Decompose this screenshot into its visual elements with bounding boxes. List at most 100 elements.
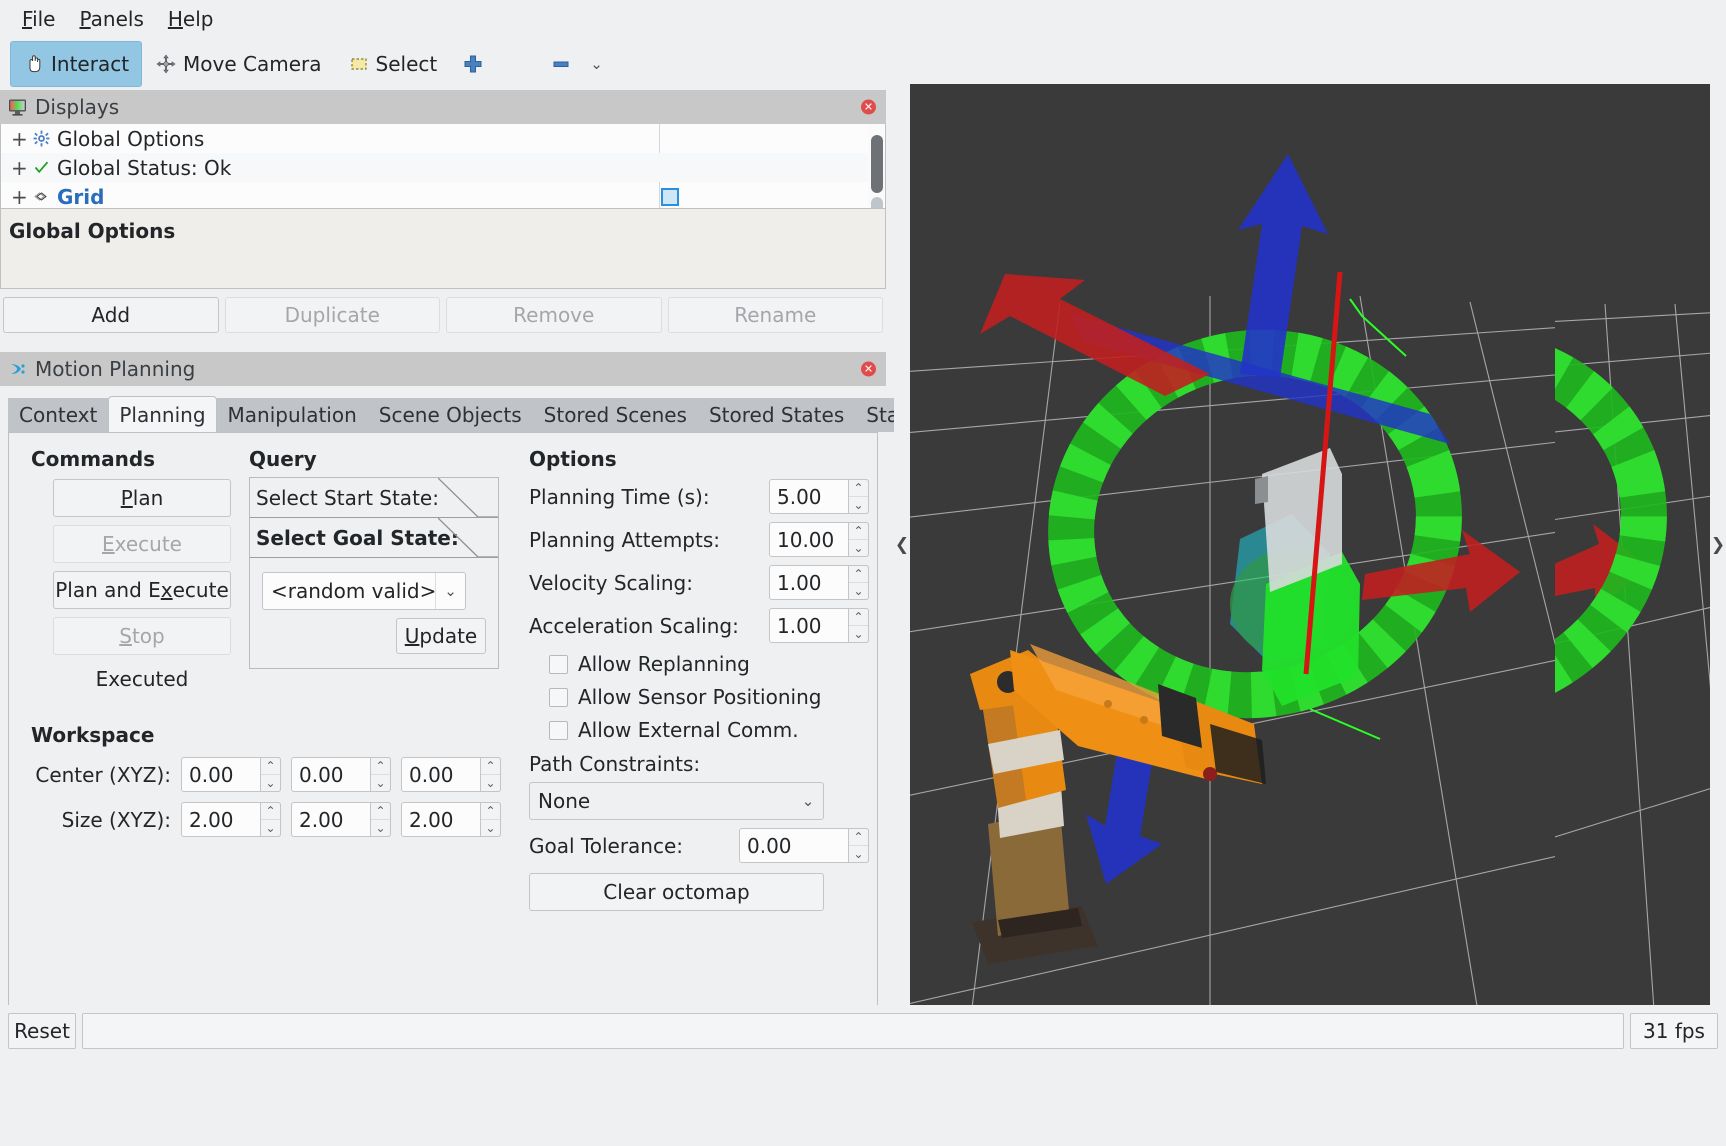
plan-and-execute-button[interactable]: Plan and Ex ecute <box>53 571 231 609</box>
tab-scene-objects[interactable]: Scene Objects <box>367 398 533 432</box>
reset-button[interactable]: Reset <box>8 1013 76 1049</box>
tool-remove-button[interactable] <box>538 41 584 87</box>
spinner-buttons[interactable]: ⌃ ⌄ <box>848 608 869 643</box>
spinner-buttons[interactable]: ⌃ ⌄ <box>848 479 869 514</box>
workspace-center-z-input[interactable]: 0.00 ⌃ ⌄ <box>401 757 501 792</box>
allow-replanning-checkbox[interactable] <box>549 654 568 674</box>
allow-external-comm-row[interactable]: Allow External Comm. <box>529 718 869 742</box>
plan-button[interactable]: Plan <box>53 479 231 517</box>
workspace-size-x-input[interactable]: 2.00 ⌃ ⌄ <box>181 802 281 837</box>
select-goal-state-collapsible[interactable]: Select Goal State: <box>250 518 498 558</box>
grid-enabled-checkbox[interactable] <box>661 187 679 206</box>
spin-up-icon[interactable]: ⌃ <box>849 566 868 583</box>
spin-up-icon[interactable]: ⌃ <box>371 803 390 820</box>
spin-down-icon[interactable]: ⌄ <box>849 583 868 599</box>
displays-tree-scrollbar[interactable] <box>868 125 884 208</box>
spinner-buttons[interactable]: ⌃ ⌄ <box>848 828 869 863</box>
rename-display-button[interactable]: Rename <box>667 297 883 333</box>
spin-down-icon[interactable]: ⌄ <box>261 820 280 836</box>
tree-row-grid[interactable]: + Grid <box>1 182 885 209</box>
spin-up-icon[interactable]: ⌃ <box>261 758 280 775</box>
render-viewport[interactable] <box>910 84 1555 1005</box>
spinner-buttons[interactable]: ⌃ ⌄ <box>480 802 501 837</box>
allow-sensor-positioning-checkbox[interactable] <box>549 687 568 707</box>
spin-down-icon[interactable]: ⌄ <box>849 626 868 642</box>
spinner-buttons[interactable]: ⌃ ⌄ <box>848 522 869 557</box>
spin-up-icon[interactable]: ⌃ <box>849 829 868 846</box>
tab-stored-states[interactable]: Stored States <box>697 398 856 432</box>
allow-replanning-row[interactable]: Allow Replanning <box>529 652 869 676</box>
tool-select[interactable]: Select <box>335 41 451 87</box>
duplicate-display-button[interactable]: Duplicate <box>224 297 440 333</box>
displays-close-icon[interactable]: ✕ <box>861 99 876 115</box>
allow-sensor-positioning-row[interactable]: Allow Sensor Positioning <box>529 685 869 709</box>
tree-row-global-status[interactable]: + Global Status: Ok <box>1 153 885 182</box>
spin-down-icon[interactable]: ⌄ <box>481 820 500 836</box>
spin-down-icon[interactable]: ⌄ <box>481 775 500 791</box>
goal-tolerance-input[interactable]: 0.00 ⌃ ⌄ <box>739 828 869 863</box>
spin-up-icon[interactable]: ⌃ <box>849 609 868 626</box>
spin-down-icon[interactable]: ⌄ <box>849 846 868 862</box>
path-constraints-select[interactable]: None ⌄ <box>529 782 824 820</box>
workspace-center-x-input[interactable]: 0.00 ⌃ ⌄ <box>181 757 281 792</box>
spin-up-icon[interactable]: ⌃ <box>481 758 500 775</box>
chevron-down-icon[interactable]: ⌄ <box>435 573 465 609</box>
tool-interact[interactable]: Interact <box>10 41 143 87</box>
spinner-buttons[interactable]: ⌃ ⌄ <box>260 757 281 792</box>
spin-down-icon[interactable]: ⌄ <box>849 497 868 513</box>
spin-down-icon[interactable]: ⌄ <box>261 775 280 791</box>
planning-time-input[interactable]: 5.00 ⌃ ⌄ <box>769 479 869 514</box>
acceleration-scaling-input[interactable]: 1.00 ⌃ ⌄ <box>769 608 869 643</box>
clear-octomap-button[interactable]: Clear octomap <box>529 873 824 911</box>
spin-up-icon[interactable]: ⌃ <box>371 758 390 775</box>
spin-up-icon[interactable]: ⌃ <box>481 803 500 820</box>
menu-help[interactable]: Help <box>156 4 226 34</box>
spin-up-icon[interactable]: ⌃ <box>849 523 868 540</box>
toolbar-overflow-chevron-down-icon[interactable]: ⌄ <box>584 55 609 73</box>
menu-file[interactable]: File <box>10 4 67 34</box>
expand-toggle-icon[interactable]: + <box>11 156 33 180</box>
execute-button[interactable]: Execute <box>53 525 231 563</box>
add-display-button[interactable]: Add <box>3 297 219 333</box>
goal-state-select[interactable]: <random valid> ⌄ <box>262 572 466 610</box>
velocity-scaling-input[interactable]: 1.00 ⌃ ⌄ <box>769 565 869 600</box>
spinner-buttons[interactable]: ⌃ ⌄ <box>848 565 869 600</box>
tree-row-global-options[interactable]: + Global Options <box>1 124 885 153</box>
workspace-size-z-input[interactable]: 2.00 ⌃ ⌄ <box>401 802 501 837</box>
spinner-buttons[interactable]: ⌃ ⌄ <box>370 802 391 837</box>
allow-external-comm-checkbox[interactable] <box>549 720 568 740</box>
scrollbar-track-lower[interactable] <box>871 197 883 208</box>
remove-display-button[interactable]: Remove <box>446 297 662 333</box>
tab-stored-scenes[interactable]: Stored Scenes <box>532 398 698 432</box>
spin-down-icon[interactable]: ⌄ <box>849 540 868 556</box>
expand-toggle-icon[interactable]: + <box>11 127 33 151</box>
motion-planning-close-icon[interactable]: ✕ <box>861 361 876 377</box>
tab-manipulation[interactable]: Manipulation <box>216 398 368 432</box>
expand-toggle-icon[interactable]: + <box>11 185 33 209</box>
spinner-buttons[interactable]: ⌃ ⌄ <box>480 757 501 792</box>
workspace-size-x-value: 2.00 <box>189 807 234 832</box>
workspace-center-y-input[interactable]: 0.00 ⌃ ⌄ <box>291 757 391 792</box>
tab-context[interactable]: Context <box>8 398 109 432</box>
planning-attempts-input[interactable]: 10.00 ⌃ ⌄ <box>769 522 869 557</box>
spin-down-icon[interactable]: ⌄ <box>371 820 390 836</box>
collapse-right-handle[interactable]: ❯ <box>1710 84 1726 1005</box>
menu-panels[interactable]: Panels <box>67 4 155 34</box>
collapse-left-handle[interactable]: ❮ <box>894 84 910 1005</box>
tool-add-button[interactable] <box>450 41 496 87</box>
spinner-buttons[interactable]: ⌃ ⌄ <box>260 802 281 837</box>
update-query-button[interactable]: Update <box>396 618 486 654</box>
select-start-state-collapsible[interactable]: Select Start State: <box>250 478 498 518</box>
stop-button[interactable]: Stop <box>53 617 231 655</box>
render-viewport-right[interactable] <box>1555 84 1710 1005</box>
spinner-buttons[interactable]: ⌃ ⌄ <box>370 757 391 792</box>
displays-tree[interactable]: + Global Options + Global Status: Ok + G… <box>0 124 886 209</box>
spin-up-icon[interactable]: ⌃ <box>261 803 280 820</box>
workspace-size-y-input[interactable]: 2.00 ⌃ ⌄ <box>291 802 391 837</box>
chevron-down-icon[interactable]: ⌄ <box>793 783 823 819</box>
spin-up-icon[interactable]: ⌃ <box>849 480 868 497</box>
scrollbar-thumb[interactable] <box>871 135 883 193</box>
tab-planning[interactable]: Planning <box>108 396 217 432</box>
tool-move-camera[interactable]: Move Camera <box>142 41 334 87</box>
spin-down-icon[interactable]: ⌄ <box>371 775 390 791</box>
